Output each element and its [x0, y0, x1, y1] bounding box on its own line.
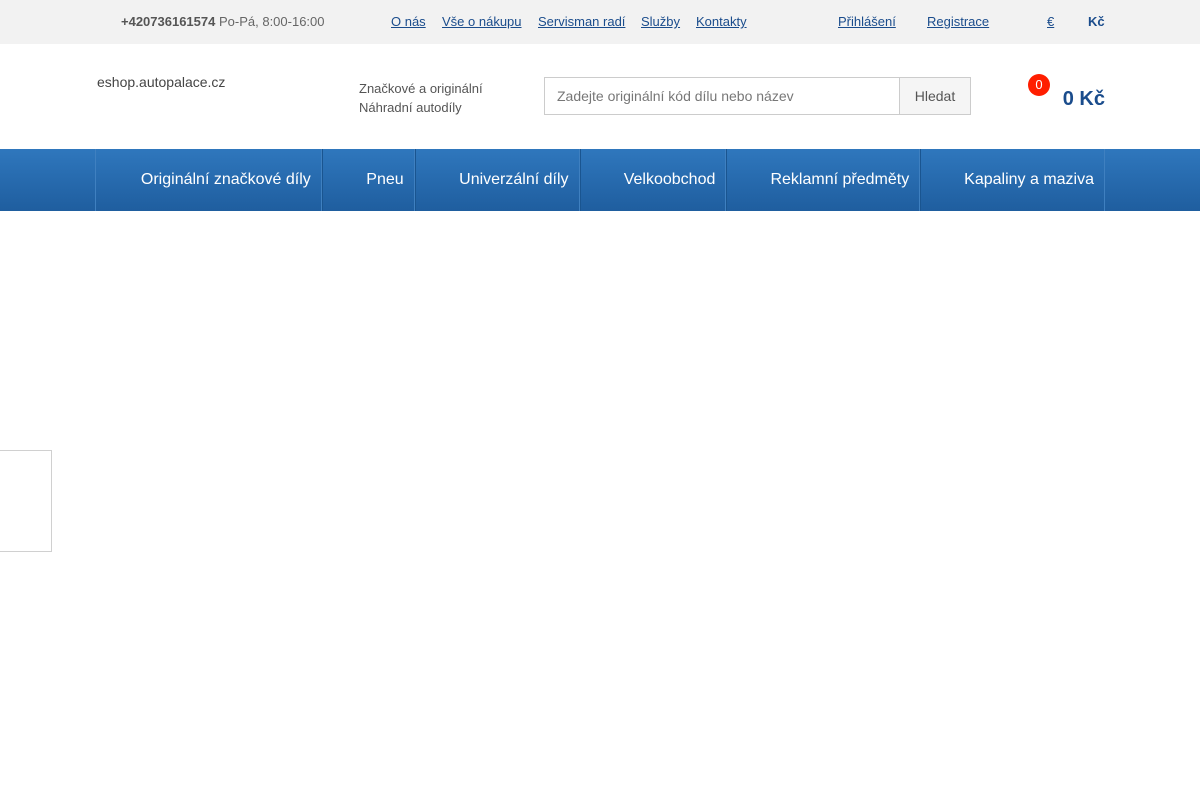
phone-number: +420736161574 [121, 14, 216, 29]
nav-item-fluids-lubricants[interactable]: Kapaliny a maziva [920, 149, 1104, 211]
opening-hours: Po-Pá, 8:00-16:00 [218, 14, 325, 29]
currency-czk-link[interactable]: Kč [1088, 14, 1105, 29]
tagline-line-1: Značkové a originální [359, 81, 483, 96]
side-floating-tab[interactable] [0, 450, 52, 552]
link-shopping-info[interactable]: Vše o nákupu [442, 14, 522, 29]
tagline-line-2: Náhradní autodíly [359, 100, 462, 115]
main-navigation: Originální značkové díly Pneu Univerzáln… [0, 149, 1200, 211]
search-button[interactable]: Hledat [899, 77, 971, 115]
logo-alt-text: eshop.autopalace.cz [97, 74, 226, 90]
site-header: eshop.autopalace.cz Značkové a origináln… [0, 44, 1200, 149]
nav-item-universal-parts[interactable]: Univerzální díly [414, 149, 580, 211]
link-services[interactable]: Služby [641, 14, 680, 29]
login-link[interactable]: Přihlášení [838, 14, 896, 29]
nav-item-tyres[interactable]: Pneu [321, 149, 415, 211]
main-nav-items: Originální značkové díly Pneu Univerzáln… [95, 149, 1105, 211]
search-form: Hledat [544, 77, 971, 115]
search-input[interactable] [544, 77, 899, 115]
link-contacts[interactable]: Kontakty [696, 14, 747, 29]
site-logo[interactable]: eshop.autopalace.cz [95, 74, 225, 90]
cart-count-badge[interactable]: 0 [1028, 74, 1050, 96]
currency-eur-link[interactable]: € [1047, 14, 1054, 29]
nav-item-original-parts[interactable]: Originální značkové díly [96, 149, 322, 211]
nav-item-wholesale[interactable]: Velkoobchod [579, 149, 727, 211]
link-about[interactable]: O nás [391, 14, 426, 29]
top-utility-bar: +420736161574 Po-Pá, 8:00-16:00 O nás Vš… [0, 0, 1200, 44]
link-servisman-advice[interactable]: Servisman radí [538, 14, 625, 29]
site-tagline: Značkové a originální Náhradní autodíly [359, 79, 483, 117]
cart-total[interactable]: 0 Kč [1063, 88, 1105, 111]
nav-item-promo-items[interactable]: Reklamní předměty [726, 149, 921, 211]
contact-info: +420736161574 Po-Pá, 8:00-16:00 [121, 14, 325, 29]
register-link[interactable]: Registrace [927, 14, 989, 29]
